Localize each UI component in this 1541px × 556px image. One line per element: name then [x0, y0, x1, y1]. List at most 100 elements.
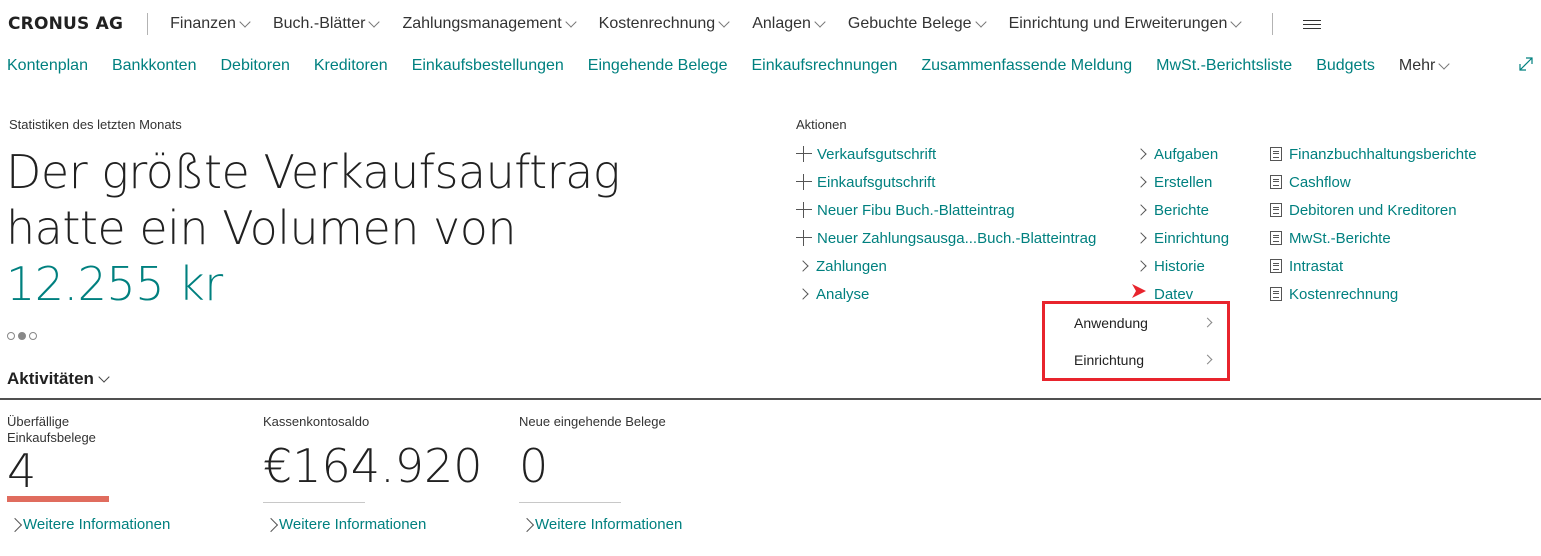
- tile-overdue-purchase-docs[interactable]: Überfällige Einkaufsbelege 4: [7, 414, 247, 502]
- plus-icon: [796, 174, 812, 190]
- menu-finanzen[interactable]: Finanzen: [170, 15, 251, 33]
- action-label: Neuer Fibu Buch.-Blatteintrag: [817, 201, 1015, 219]
- carousel-dot[interactable]: [29, 332, 37, 340]
- submenu-label: Anwendung: [1074, 314, 1148, 331]
- nav-eingehende-belege[interactable]: Eingehende Belege: [588, 57, 728, 75]
- nav-more[interactable]: Mehr: [1399, 57, 1451, 75]
- tile-value[interactable]: 0: [519, 441, 759, 491]
- menu-buch-blaetter[interactable]: Buch.-Blätter: [273, 15, 381, 33]
- chevron-right-icon: [797, 260, 809, 272]
- company-name[interactable]: CRONUS AG: [8, 14, 123, 34]
- report-icon: [1270, 287, 1282, 301]
- action-zahlungen[interactable]: Zahlungen: [796, 252, 1096, 280]
- report-cashflow[interactable]: Cashflow: [1270, 168, 1477, 196]
- chevron-down-icon: [98, 370, 110, 383]
- report-label: Finanzbuchhaltungsberichte: [1289, 145, 1477, 163]
- nav-einkaufsbestellungen[interactable]: Einkaufsbestellungen: [412, 57, 564, 75]
- report-icon: [1270, 259, 1282, 273]
- menu-einrichtung[interactable]: Einrichtung und Erweiterungen: [1008, 15, 1243, 33]
- submenu-item-anwendung[interactable]: Anwendung: [1045, 304, 1227, 341]
- action-aufgaben[interactable]: Aufgaben: [1134, 140, 1229, 168]
- headline-value[interactable]: 12.255 kr: [6, 257, 223, 311]
- divider: [1272, 13, 1274, 35]
- nav-debitoren[interactable]: Debitoren: [220, 57, 289, 75]
- menu-zahlungsmanagement[interactable]: Zahlungsmanagement: [402, 15, 577, 33]
- menu-gebuchte-belege[interactable]: Gebuchte Belege: [847, 15, 987, 33]
- tile-new-incoming-docs[interactable]: Neue eingehende Belege 0: [519, 414, 759, 503]
- action-berichte[interactable]: Berichte: [1134, 196, 1229, 224]
- tile-underline: [519, 502, 621, 503]
- more-info-link[interactable]: Weitere Informationen: [519, 516, 682, 533]
- chevron-down-icon: [239, 15, 251, 28]
- tile-label: Überfällige Einkaufsbelege: [7, 414, 96, 445]
- submenu-item-einrichtung[interactable]: Einrichtung: [1045, 341, 1227, 378]
- nav-zusammenfassende-meldung[interactable]: Zusammenfassende Meldung: [921, 57, 1132, 75]
- menu-anlagen[interactable]: Anlagen: [752, 15, 826, 33]
- link-label: Weitere Informationen: [279, 516, 427, 533]
- chevron-right-icon: [797, 288, 809, 300]
- actions-label: Aktionen: [796, 117, 847, 132]
- sub-navigation: Kontenplan Bankkonten Debitoren Kreditor…: [0, 52, 1465, 80]
- action-erstellen[interactable]: Erstellen: [1134, 168, 1229, 196]
- action-einkaufsgutschrift[interactable]: Einkaufsgutschrift: [796, 168, 1096, 196]
- action-neuer-zahlungsausgang[interactable]: Neuer Zahlungsausga...Buch.-Blatteintrag: [796, 224, 1096, 252]
- tile-cash-balance[interactable]: Kassenkontosaldo €164.920: [263, 414, 503, 503]
- report-finanzbuchhaltungsberichte[interactable]: Finanzbuchhaltungsberichte: [1270, 140, 1477, 168]
- actions-column-groups: Aufgaben Erstellen Berichte Einrichtung …: [1134, 140, 1229, 308]
- headline-statistic: Der größte Verkaufsauftrag hatte ein Vol…: [6, 144, 646, 312]
- more-info-link[interactable]: Weitere Informationen: [7, 516, 170, 533]
- nav-budgets[interactable]: Budgets: [1316, 57, 1375, 75]
- report-label: Debitoren und Kreditoren: [1289, 201, 1457, 219]
- carousel-indicator: [7, 332, 37, 340]
- report-intrastat[interactable]: Intrastat: [1270, 252, 1477, 280]
- action-historie[interactable]: Historie: [1134, 252, 1229, 280]
- hamburger-menu-icon[interactable]: [1303, 19, 1322, 29]
- chevron-right-icon: [1202, 317, 1213, 328]
- action-label: Analyse: [816, 285, 870, 303]
- chevron-right-icon: [1135, 204, 1147, 216]
- chevron-right-icon: [1202, 354, 1213, 365]
- nav-einkaufsrechnungen[interactable]: Einkaufsrechnungen: [751, 57, 897, 75]
- tile-label: Neue eingehende Belege: [519, 414, 666, 429]
- action-label: Neuer Zahlungsausga...Buch.-Blatteintrag: [817, 229, 1097, 247]
- chevron-down-icon: [718, 15, 730, 28]
- nav-mwst-berichtsliste[interactable]: MwSt.-Berichtsliste: [1156, 57, 1292, 75]
- action-verkaufsgutschrift[interactable]: Verkaufsgutschrift: [796, 140, 1096, 168]
- menu-kostenrechnung[interactable]: Kostenrechnung: [598, 15, 730, 33]
- chevron-down-icon: [564, 15, 577, 28]
- report-label: Intrastat: [1289, 257, 1344, 275]
- menu-label: Einrichtung und Erweiterungen: [1008, 15, 1228, 32]
- nav-bankkonten[interactable]: Bankkonten: [112, 57, 197, 75]
- more-info-link[interactable]: Weitere Informationen: [263, 516, 426, 533]
- carousel-dot[interactable]: [7, 332, 15, 340]
- report-label: Kostenrechnung: [1289, 285, 1399, 303]
- action-neuer-fibu-eintrag[interactable]: Neuer Fibu Buch.-Blatteintrag: [796, 196, 1096, 224]
- chevron-right-icon: [263, 517, 279, 532]
- menu-label: Gebuchte Belege: [847, 15, 972, 32]
- expand-icon[interactable]: [1518, 56, 1534, 72]
- report-debitoren-kreditoren[interactable]: Debitoren und Kreditoren: [1270, 196, 1477, 224]
- chevron-down-icon: [974, 15, 987, 28]
- datev-submenu: Anwendung Einrichtung: [1042, 301, 1230, 381]
- report-icon: [1270, 231, 1282, 245]
- menu-label: Kostenrechnung: [598, 15, 716, 32]
- report-label: Cashflow: [1289, 173, 1351, 191]
- tile-value[interactable]: €164.920: [263, 441, 503, 491]
- report-icon: [1270, 175, 1282, 189]
- plus-icon: [796, 146, 812, 162]
- tile-label: Kassenkontosaldo: [263, 414, 370, 429]
- menu-label: Anlagen: [752, 15, 811, 32]
- plus-icon: [796, 202, 812, 218]
- actions-column-reports: Finanzbuchhaltungsberichte Cashflow Debi…: [1270, 140, 1477, 308]
- nav-kreditoren[interactable]: Kreditoren: [314, 57, 388, 75]
- report-kostenrechnung[interactable]: Kostenrechnung: [1270, 280, 1477, 308]
- activities-header[interactable]: Aktivitäten: [7, 369, 110, 389]
- report-mwst-berichte[interactable]: MwSt.-Berichte: [1270, 224, 1477, 252]
- carousel-dot-active[interactable]: [18, 332, 26, 340]
- chevron-down-icon: [368, 15, 381, 28]
- chevron-down-icon: [814, 15, 826, 28]
- nav-kontenplan[interactable]: Kontenplan: [7, 57, 88, 75]
- divider: [0, 398, 1541, 400]
- tile-value[interactable]: 4: [7, 446, 247, 496]
- action-einrichtung[interactable]: Einrichtung: [1134, 224, 1229, 252]
